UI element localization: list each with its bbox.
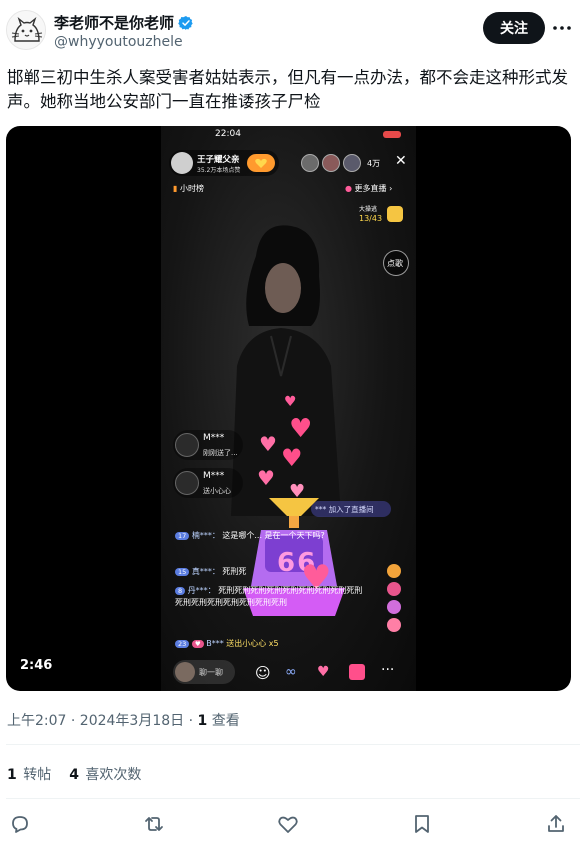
streamer-likes: 35.2万本场点赞 [197, 167, 241, 174]
streamer-name: 王子耀父亲 [197, 155, 240, 165]
follow-heart-button[interactable] [247, 154, 275, 172]
heart-icon[interactable] [276, 812, 300, 836]
level-badge: 8 [175, 587, 186, 595]
viewer-count: 4万 [367, 159, 381, 168]
chat-line: 23 ♥ B*** 送出小心心 x5 [175, 638, 279, 649]
divider [6, 798, 580, 799]
user-avatar[interactable] [175, 662, 195, 682]
views-label: 查看 [207, 713, 240, 729]
chat-user: 楠***： [191, 531, 220, 540]
verified-badge-icon [178, 15, 193, 30]
heart-gift-icon[interactable]: ♥ [317, 664, 330, 680]
likes-label: 喜欢次数 [85, 767, 142, 783]
live-stream-frame: 22:04 王子耀父亲 35.2万本场点赞 4万 ✕ ▮ 小时榜 ● 更多直播 … [161, 126, 416, 691]
viewer-avatar[interactable] [322, 154, 340, 172]
follow-button[interactable]: 关注 [483, 12, 545, 44]
comment-text: 送小心心 [203, 487, 231, 495]
battery-icon [383, 131, 401, 138]
more-dots-icon[interactable] [550, 16, 574, 40]
more-live-label[interactable]: 更多直播 [355, 184, 387, 193]
chat-text: 死刑死 [222, 567, 247, 576]
chat-line: 15 真***： 死刑死 [175, 566, 246, 577]
fan-badge: ♥ [191, 640, 204, 648]
tweet-header: 李老师不是你老师 @whyyoutouzhele 关注 [0, 0, 586, 62]
tweet-meta: 上午2:07 · 2024年3月18日 · 1 查看 [7, 710, 240, 730]
link-icon[interactable]: ∞ [285, 664, 297, 680]
gift-box-icon[interactable] [349, 664, 365, 680]
viewer-avatar[interactable] [301, 154, 319, 172]
chat-line: 17 楠***： 这是哪个... 是在一个天下吗? [175, 530, 365, 542]
streamer-avatar[interactable] [171, 152, 193, 174]
level-badge: 23 [175, 640, 190, 648]
chat-text: 这是哪个... 是在一个天下吗? [222, 531, 325, 540]
bookmark-icon[interactable] [410, 812, 434, 836]
comment-user: M*** [203, 471, 225, 481]
gift-icon[interactable] [387, 582, 401, 596]
likes-stat[interactable]: 4 喜欢次数 [69, 764, 141, 784]
task-progress: 13/43 [359, 214, 383, 223]
gift-icon[interactable] [387, 600, 401, 614]
chat-user: 丹***： [187, 586, 216, 595]
chat-user: 真***： [191, 567, 220, 576]
rank-icon: ▮ [173, 184, 178, 193]
comment-text: 刚刚送了... [203, 449, 238, 457]
divider [6, 744, 580, 745]
video-duration: 2:46 [20, 658, 53, 673]
hour-rank-label[interactable]: 小时榜 [180, 184, 204, 193]
action-bar [0, 808, 586, 838]
emoji-icon[interactable]: ☺ [255, 664, 271, 682]
cat-doodle-avatar-icon [7, 11, 45, 49]
floating-heart-icon: ♥ [289, 414, 313, 444]
level-badge: 17 [175, 532, 190, 540]
song-button[interactable]: 点歌 [383, 250, 409, 276]
status-time: 22:04 [215, 129, 241, 139]
live-dot-icon: ● [345, 184, 352, 193]
comment-user: M*** [203, 433, 225, 443]
timestamp[interactable]: 上午2:07 · 2024年3月18日 · [7, 713, 198, 729]
tweet-stats: 1 转帖 4 喜欢次数 [7, 764, 141, 784]
heart-icon [255, 158, 267, 168]
chat-text: 送出小心心 x5 [226, 639, 279, 648]
retweet-icon[interactable] [142, 812, 166, 836]
chat-placeholder: 聊一聊 [199, 668, 223, 677]
commenter-avatar[interactable] [175, 471, 199, 495]
reply-icon[interactable] [8, 812, 32, 836]
video-player[interactable]: 22:04 王子耀父亲 35.2万本场点赞 4万 ✕ ▮ 小时榜 ● 更多直播 … [6, 126, 571, 691]
views-count: 1 [197, 713, 208, 729]
display-name[interactable]: 李老师不是你老师 [54, 12, 174, 33]
close-icon[interactable]: ✕ [395, 153, 407, 169]
retweets-label: 转帖 [23, 767, 52, 783]
chat-user: B*** [206, 639, 224, 648]
retweets-stat[interactable]: 1 转帖 [7, 764, 51, 784]
more-icon[interactable]: ··· [381, 662, 394, 678]
viewer-avatar[interactable] [343, 154, 361, 172]
handle[interactable]: @whyyoutouzhele [54, 34, 183, 50]
commenter-avatar[interactable] [175, 433, 199, 457]
gift-icon[interactable] [387, 618, 401, 632]
floating-heart-icon: ♥ [259, 432, 277, 456]
level-badge: 15 [175, 568, 190, 576]
song-button-label: 点歌 [387, 259, 403, 268]
retweets-count: 1 [7, 767, 17, 783]
likes-count: 4 [69, 767, 79, 783]
gift-icon[interactable] [387, 564, 401, 578]
floating-heart-icon: ♥ [284, 394, 297, 410]
tweet-text: 邯郸三初中生杀人案受害者姑姑表示，但凡有一点办法，都不会走这种形式发声。她称当地… [7, 68, 568, 111]
share-icon[interactable] [544, 812, 568, 836]
floating-heart-icon: ♥ [281, 444, 303, 472]
chat-line: 8 丹***： 死刑死刑死刑死刑死刑死刑死刑死刑死刑死刑死刑死刑死刑死刑死刑死刑 [175, 585, 365, 609]
task-label: 大操逃 [359, 206, 378, 213]
beer-icon[interactable] [387, 206, 403, 222]
avatar[interactable] [6, 10, 46, 50]
floating-heart-icon: ♥ [257, 466, 275, 490]
